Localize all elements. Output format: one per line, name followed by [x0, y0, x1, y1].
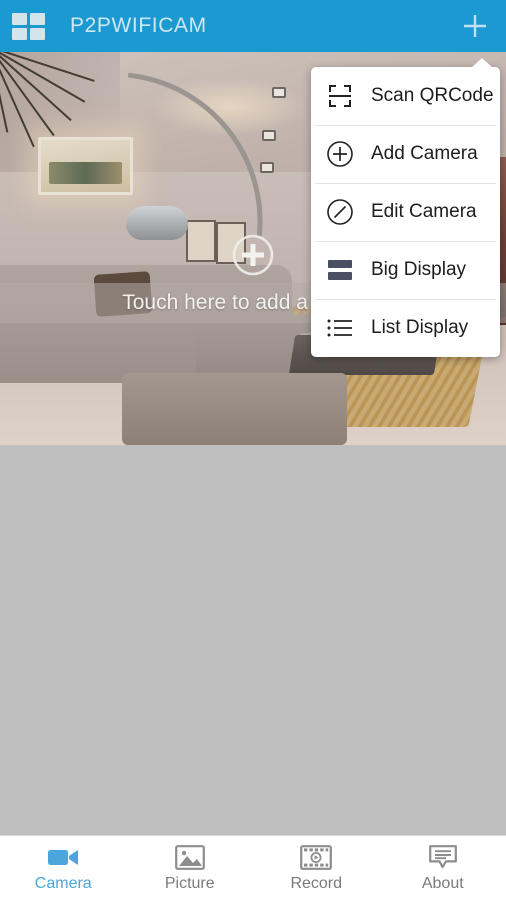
circle-plus-icon	[232, 234, 274, 276]
grid-menu-icon[interactable]	[12, 11, 48, 41]
tab-label: Camera	[34, 875, 92, 892]
add-button[interactable]	[444, 0, 506, 52]
menu-item-label: List Display	[371, 317, 469, 338]
menu-item-label: Big Display	[371, 259, 467, 280]
tab-label: Picture	[164, 875, 215, 892]
big-display-icon	[323, 253, 357, 287]
tab-about[interactable]: About	[380, 836, 506, 900]
circle-slash-edit-icon	[323, 195, 357, 229]
plus-icon	[464, 15, 486, 37]
tab-label: About	[421, 875, 464, 892]
film-play-icon	[300, 843, 333, 871]
photo-image-icon	[174, 843, 205, 871]
menu-item-big-display[interactable]: Big Display	[311, 241, 500, 299]
tab-label: Record	[290, 875, 343, 892]
bottom-tab-bar: Camera Picture Record About	[0, 835, 506, 900]
grid-cell	[12, 12, 27, 25]
tab-record[interactable]: Record	[253, 836, 380, 900]
circle-plus-icon	[323, 137, 357, 171]
qr-scan-icon	[323, 79, 357, 113]
tab-camera[interactable]: Camera	[0, 836, 127, 900]
list-display-icon	[323, 311, 357, 345]
menu-item-list-display[interactable]: List Display	[311, 299, 500, 357]
menu-item-add-camera[interactable]: Add Camera	[311, 125, 500, 183]
speech-bubble-icon	[428, 843, 458, 871]
menu-item-scan-qrcode[interactable]: Scan QRCode	[311, 67, 500, 125]
grid-cell	[30, 12, 45, 25]
menu-item-label: Edit Camera	[371, 201, 477, 222]
menu-item-label: Scan QRCode	[371, 85, 494, 106]
app-title: P2PWIFICAM	[70, 14, 207, 37]
app-header: P2PWIFICAM	[0, 0, 506, 52]
menu-item-edit-camera[interactable]: Edit Camera	[311, 183, 500, 241]
grid-cell	[30, 27, 45, 40]
video-camera-icon	[47, 843, 79, 871]
grid-cell	[12, 27, 27, 40]
app-screen: P2PWIFICAM Touch here to add a camera Sc…	[0, 0, 506, 900]
add-camera-overlay-button[interactable]	[232, 234, 274, 276]
tab-picture[interactable]: Picture	[127, 836, 254, 900]
overflow-menu: Scan QRCode Add Camera Edit Camera Big D…	[311, 58, 500, 357]
menu-item-label: Add Camera	[371, 143, 478, 164]
